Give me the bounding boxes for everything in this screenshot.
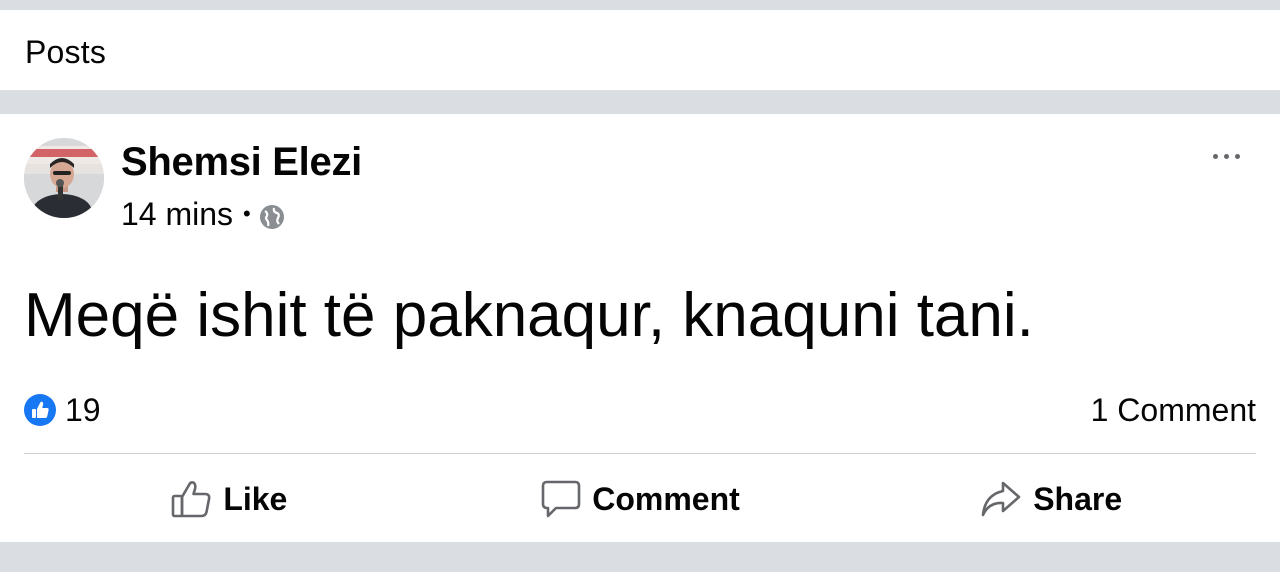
post-card: Shemsi Elezi 14 mins • Meqë ishit të pak… [0,114,1280,542]
like-label: Like [223,480,288,517]
like-badge-icon [24,394,56,426]
author-name[interactable]: Shemsi Elezi [121,140,362,185]
share-icon [981,481,1021,517]
thumbs-up-icon [172,481,211,518]
reactions-summary[interactable]: 19 [24,392,101,428]
avatar[interactable] [24,138,104,218]
post-timestamp[interactable]: 14 mins [121,196,233,233]
share-button[interactable]: Share [845,468,1256,530]
globe-icon [259,201,285,229]
bottom-separator [0,542,1280,572]
like-count: 19 [65,391,101,428]
divider [24,453,1256,454]
comment-count[interactable]: 1 Comment [1091,392,1256,428]
meta-separator: • [243,201,251,226]
comment-icon [541,480,581,518]
comment-button[interactable]: Comment [435,468,846,530]
page-title: Posts [25,34,107,70]
top-separator [0,0,1280,10]
share-label: Share [1033,480,1123,517]
posts-header: Posts [0,10,1280,90]
like-button[interactable]: Like [24,468,435,530]
post-actions: Like Comment Share [24,468,1256,530]
post-meta: 14 mins • [121,196,285,232]
more-options-icon[interactable] [1204,142,1248,170]
post-text: Meqë ishit të paknaqur, knaquni tani. [24,281,1034,350]
comment-label: Comment [592,480,740,517]
